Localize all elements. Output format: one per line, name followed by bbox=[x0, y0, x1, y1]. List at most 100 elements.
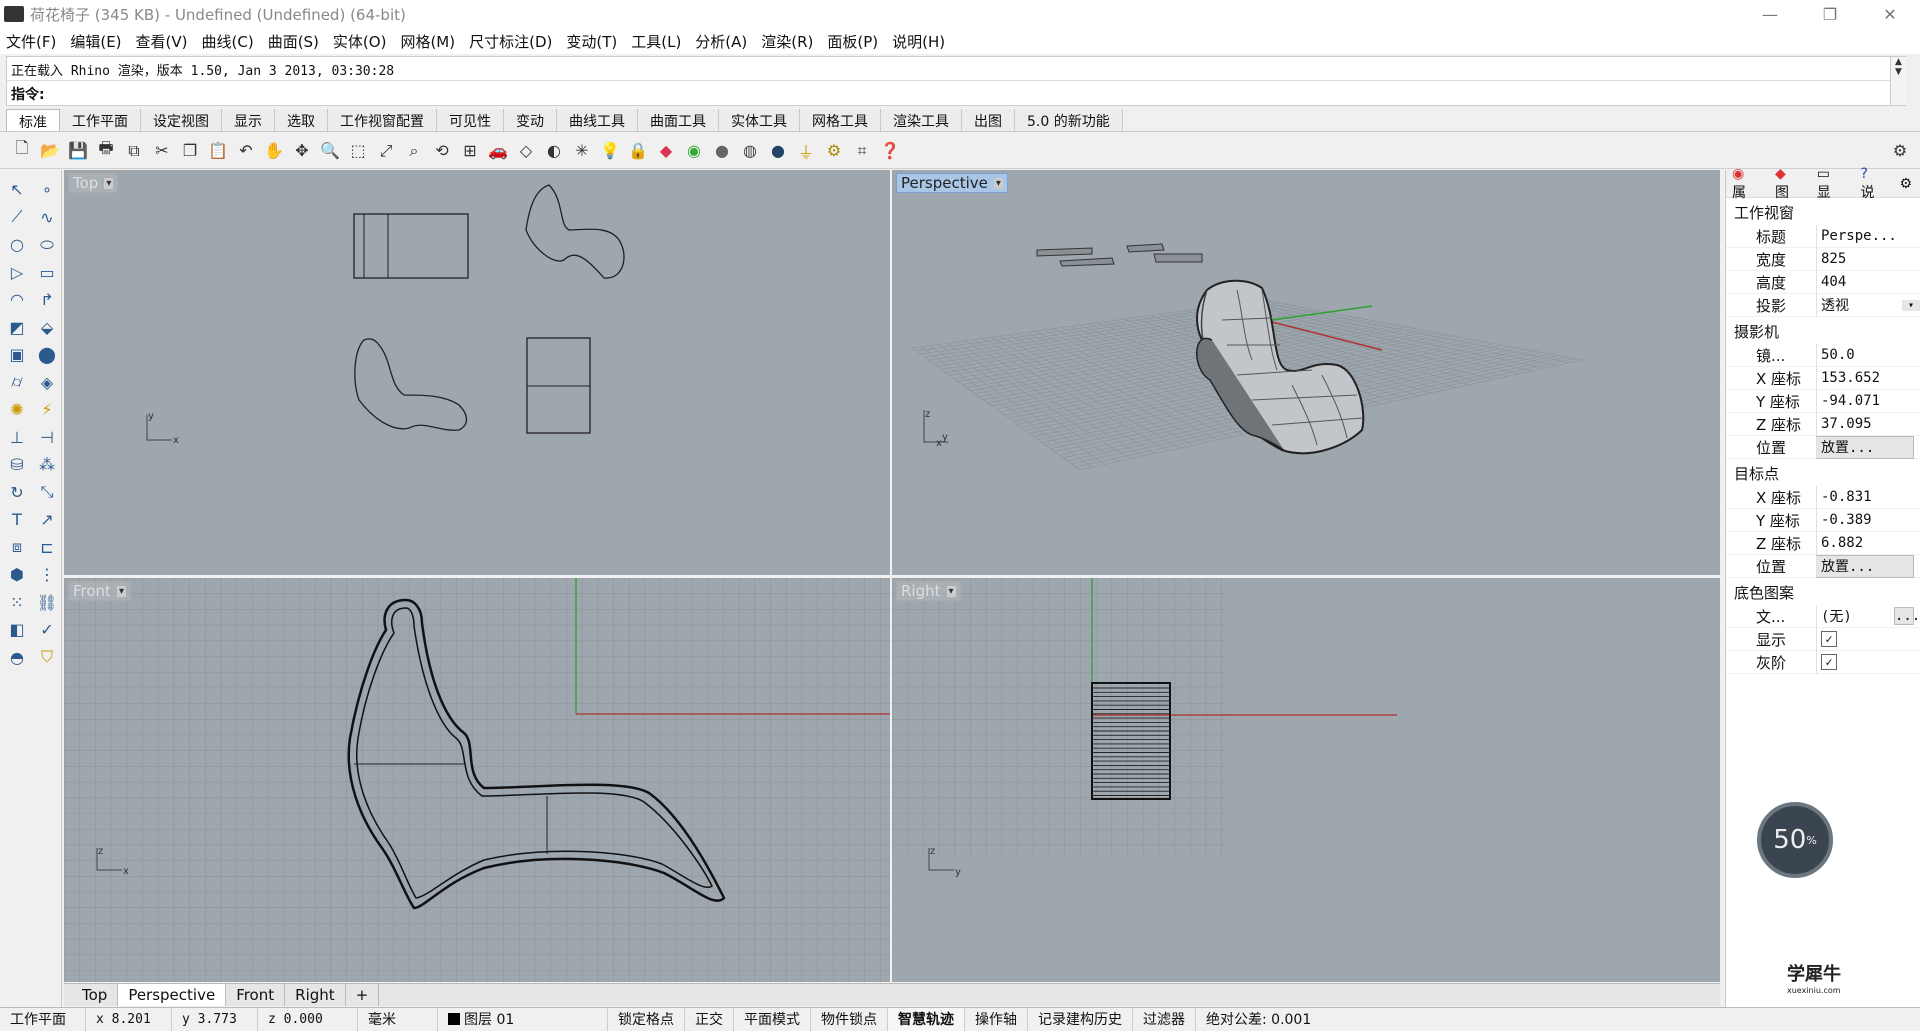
extrude-icon[interactable]: ⬙ bbox=[32, 314, 62, 342]
grid-array-icon[interactable]: ⋮ bbox=[32, 561, 62, 589]
tab-surface-tools[interactable]: 曲面工具 bbox=[638, 109, 719, 131]
status-ortho[interactable]: 正交 bbox=[685, 1007, 734, 1031]
light-icon[interactable]: ✳ bbox=[571, 140, 593, 162]
camera-z-field[interactable]: 37.095 bbox=[1816, 412, 1920, 436]
dimension-icon[interactable]: ↗ bbox=[32, 506, 62, 534]
show-checkbox[interactable]: ✓ bbox=[1821, 631, 1837, 647]
viewport-tab-right[interactable]: Right bbox=[285, 984, 346, 1006]
filter-icon[interactable]: ⏚ bbox=[795, 140, 817, 162]
mesh-icon[interactable]: ◈ bbox=[32, 369, 62, 397]
new-icon[interactable]: 🗋 bbox=[11, 138, 33, 162]
tab-cplanes[interactable]: 工作平面 bbox=[60, 109, 141, 131]
help-icon[interactable]: ❓ bbox=[879, 140, 901, 162]
wallpaper-file-field[interactable]: (无)... bbox=[1816, 604, 1920, 628]
tab-mesh-tools[interactable]: 网格工具 bbox=[800, 109, 881, 131]
browse-button[interactable]: ... bbox=[1894, 607, 1920, 625]
chevron-down-icon[interactable]: ▾ bbox=[993, 177, 1003, 189]
status-smarttrack[interactable]: 智慧轨迹 bbox=[888, 1007, 965, 1031]
menu-surface[interactable]: 曲面(S) bbox=[268, 31, 319, 52]
rotate-icon[interactable]: ↻ bbox=[2, 479, 32, 507]
menu-edit[interactable]: 编辑(E) bbox=[70, 31, 121, 52]
viewport-layout-icon[interactable]: ⊞ bbox=[459, 140, 481, 162]
panel-tab-display[interactable]: ▭显 bbox=[1817, 166, 1853, 202]
check-icon[interactable]: ✓ bbox=[32, 616, 62, 644]
save-icon[interactable]: 💾 bbox=[67, 140, 89, 162]
align-icon[interactable]: ⊏ bbox=[32, 534, 62, 562]
chevron-down-icon[interactable]: ▾ bbox=[946, 585, 956, 597]
surface-icon[interactable]: ◩ bbox=[2, 314, 32, 342]
point-icon[interactable]: ∘ bbox=[32, 176, 62, 204]
menu-panels[interactable]: 面板(P) bbox=[827, 31, 878, 52]
menu-solid[interactable]: 实体(O) bbox=[333, 31, 387, 52]
status-planar[interactable]: 平面模式 bbox=[734, 1007, 811, 1031]
camera-x-field[interactable]: 153.652 bbox=[1816, 366, 1920, 390]
render-tool-icon[interactable]: ✺ bbox=[2, 396, 32, 424]
zoom-window-icon[interactable]: ⬚ bbox=[347, 140, 369, 162]
viewport-title-front[interactable]: Front ▾ bbox=[68, 581, 131, 601]
grid-snap-icon[interactable]: ⌗ bbox=[851, 140, 873, 162]
export-icon[interactable]: ⧉ bbox=[123, 140, 145, 162]
tab-standard[interactable]: 标准 bbox=[6, 109, 60, 131]
print-icon[interactable]: 🖶 bbox=[95, 138, 117, 162]
box-icon[interactable]: ▣ bbox=[2, 341, 32, 369]
viewport-tab-top[interactable]: Top bbox=[72, 984, 119, 1006]
matrix-icon[interactable]: ⁙ bbox=[2, 589, 32, 617]
fillet-icon[interactable]: ↱ bbox=[32, 286, 62, 314]
viewport-top[interactable]: y x Top ▾ bbox=[64, 170, 890, 575]
target-place-button[interactable]: 放置... bbox=[1816, 554, 1914, 578]
camera-place-button[interactable]: 放置... bbox=[1816, 435, 1914, 459]
chevron-down-icon[interactable]: ▾ bbox=[104, 177, 114, 189]
paint-icon[interactable]: ⛉ bbox=[32, 644, 62, 672]
camera-y-field[interactable]: -94.071 bbox=[1816, 389, 1920, 413]
chevron-down-icon[interactable]: ▾ bbox=[116, 585, 126, 597]
shade-icon[interactable]: ◐ bbox=[543, 140, 565, 162]
block-icon[interactable]: ⬢ bbox=[2, 561, 32, 589]
open-icon[interactable]: 📂 bbox=[39, 140, 61, 162]
menu-dimension[interactable]: 尺寸标注(D) bbox=[469, 31, 552, 52]
car-icon[interactable]: 🚗 bbox=[487, 140, 509, 162]
projection-select[interactable]: 透视 ▾ bbox=[1816, 293, 1920, 317]
sphere-icon[interactable]: ● bbox=[767, 140, 789, 162]
polygon-icon[interactable]: ▷ bbox=[2, 259, 32, 287]
target-y-field[interactable]: -0.389 bbox=[1816, 508, 1920, 532]
minimize-button[interactable]: — bbox=[1740, 0, 1800, 28]
rotate-view-icon[interactable]: ⟲ bbox=[431, 140, 453, 162]
maximize-button[interactable]: ❐ bbox=[1800, 0, 1860, 28]
menu-view[interactable]: 查看(V) bbox=[136, 31, 188, 52]
boolean-icon[interactable]: ⬤ bbox=[32, 341, 62, 369]
paste-icon[interactable]: 📋 bbox=[207, 140, 229, 162]
curve-icon[interactable]: ∿ bbox=[32, 204, 62, 232]
color-wheel-icon[interactable]: ◉ bbox=[683, 140, 705, 162]
viewport-title-top[interactable]: Top ▾ bbox=[68, 173, 119, 193]
viewport-perspective[interactable]: z y x Perspective ▾ bbox=[892, 170, 1720, 575]
viewport-tab-perspective[interactable]: Perspective bbox=[118, 984, 227, 1006]
circle-icon[interactable]: ○ bbox=[2, 231, 32, 259]
bucket-icon[interactable]: ⛁ bbox=[2, 451, 32, 479]
status-grid-snap[interactable]: 锁定格点 bbox=[608, 1007, 685, 1031]
panel-tab-properties[interactable]: ◉属 bbox=[1732, 166, 1767, 202]
menu-file[interactable]: 文件(F) bbox=[6, 31, 56, 52]
add-viewport-tab-button[interactable]: + bbox=[345, 984, 380, 1006]
panel-settings-icon[interactable]: ⚙ bbox=[1899, 176, 1912, 192]
tab-visibility[interactable]: 可见性 bbox=[437, 109, 504, 131]
lens-field[interactable]: 50.0 bbox=[1816, 343, 1920, 367]
tab-transform[interactable]: 变动 bbox=[504, 109, 557, 131]
render-icon[interactable]: ◍ bbox=[739, 140, 761, 162]
undo-icon[interactable]: ↶ bbox=[235, 140, 257, 162]
cap-icon[interactable]: ◓ bbox=[2, 644, 32, 672]
menu-analyze[interactable]: 分析(A) bbox=[695, 31, 747, 52]
width-field[interactable]: 825 bbox=[1816, 247, 1920, 271]
layer-icon[interactable]: ◆ bbox=[655, 140, 677, 162]
zoom-icon[interactable]: 🔍 bbox=[319, 140, 341, 162]
height-field[interactable]: 404 bbox=[1816, 270, 1920, 294]
status-osnap[interactable]: 物件锁点 bbox=[811, 1007, 888, 1031]
polyline-icon[interactable]: ⟋ bbox=[2, 204, 32, 232]
close-button[interactable]: ✕ bbox=[1860, 0, 1920, 28]
tab-drafting[interactable]: 出图 bbox=[962, 109, 1015, 131]
tab-render-tools[interactable]: 渲染工具 bbox=[881, 109, 962, 131]
rectangle-icon[interactable]: ▭ bbox=[32, 259, 62, 287]
text-icon[interactable]: T bbox=[2, 506, 32, 534]
status-history[interactable]: 记录建构历史 bbox=[1028, 1007, 1133, 1031]
status-layer[interactable]: 图层 01 bbox=[438, 1007, 608, 1031]
menu-help[interactable]: 说明(H) bbox=[892, 31, 945, 52]
